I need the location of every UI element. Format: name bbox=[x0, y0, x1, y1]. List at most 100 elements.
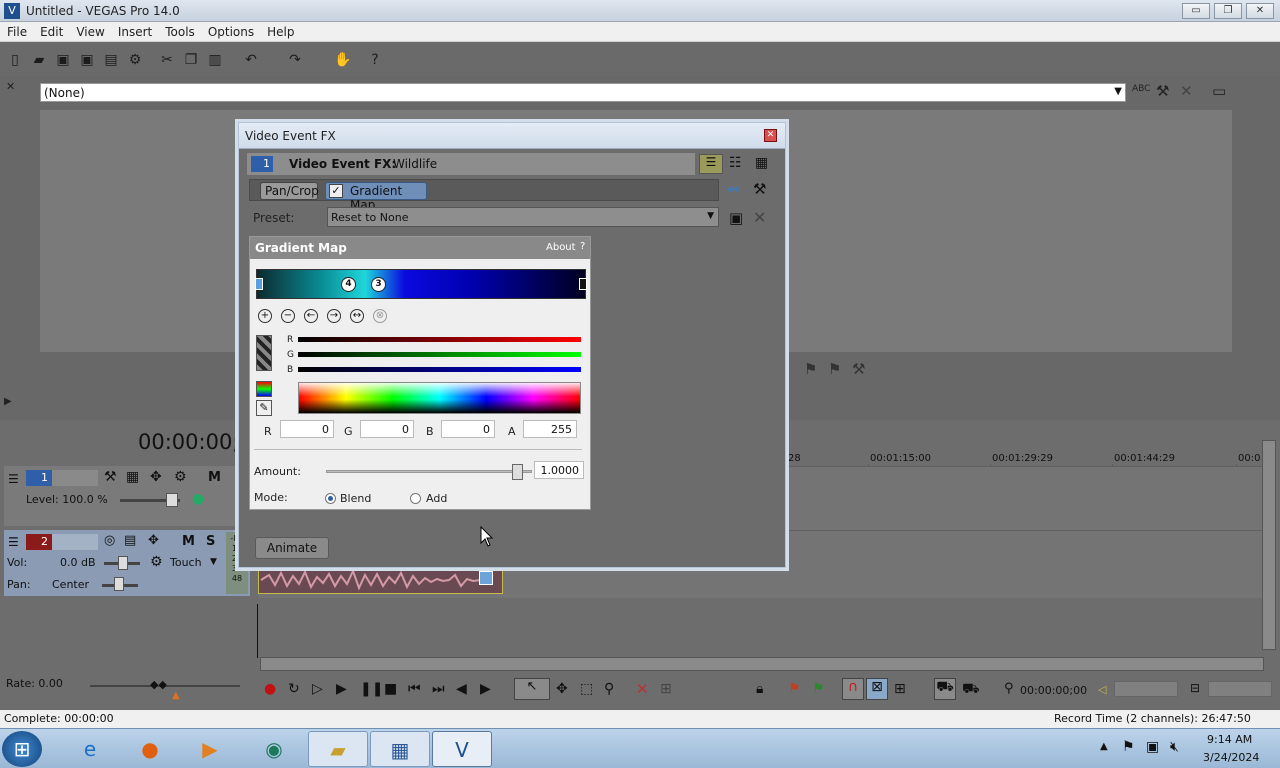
fx-plug-in-chain-icon[interactable]: ⇹ bbox=[727, 180, 740, 198]
blue-slider[interactable] bbox=[298, 367, 581, 372]
vertical-scrollbar[interactable] bbox=[1262, 440, 1276, 650]
add-stop-icon[interactable]: + bbox=[258, 309, 272, 323]
play-from-start-icon[interactable]: ▷ bbox=[312, 681, 323, 697]
lock-icon[interactable]: 🔒︎ bbox=[756, 681, 763, 697]
preview-preset-combo[interactable]: (None) ▼ bbox=[40, 83, 1126, 102]
record-icon[interactable]: ● bbox=[264, 681, 276, 697]
maximize-button[interactable]: ❐ bbox=[1214, 3, 1242, 19]
r-value-input[interactable]: 0 bbox=[280, 420, 334, 438]
track-motion-icon[interactable]: ⚒ bbox=[104, 469, 117, 485]
menu-insert[interactable]: Insert bbox=[111, 22, 158, 39]
file-explorer-icon[interactable]: ▰ bbox=[308, 731, 368, 767]
menu-options[interactable]: Options bbox=[201, 22, 260, 39]
action-center-flag-icon[interactable]: ⚑ bbox=[1122, 739, 1135, 755]
gradient-stop[interactable]: 3 bbox=[371, 277, 386, 292]
event-tool-icon[interactable]: ✋ bbox=[334, 51, 352, 69]
chain-gradient-map[interactable]: ✓ Gradient Map bbox=[325, 182, 427, 212]
ripple-edit-icon[interactable]: ⊞ bbox=[894, 681, 906, 697]
level-slider-thumb[interactable] bbox=[166, 493, 178, 507]
arm-record-icon[interactable]: ◎ bbox=[104, 533, 115, 548]
track-name-field[interactable] bbox=[52, 470, 98, 486]
media-player-icon[interactable]: ▶ bbox=[180, 731, 240, 767]
audio-track-header[interactable]: ☰ 2 ◎ ▤ ✥ M S Vol: 0.0 dB ⚙ Touch ▼ Pan:… bbox=[4, 530, 250, 596]
previous-frame-icon[interactable]: ◀ bbox=[456, 681, 467, 697]
animate-button[interactable]: Animate bbox=[255, 537, 329, 559]
preview-settings-icon[interactable]: ⚒ bbox=[852, 360, 865, 378]
delete-icon[interactable]: ✕ bbox=[636, 680, 649, 698]
red-slider[interactable] bbox=[298, 337, 581, 342]
about-link[interactable]: About bbox=[546, 242, 576, 253]
pan-slider-thumb[interactable] bbox=[114, 577, 124, 591]
menu-help[interactable]: Help bbox=[260, 22, 300, 39]
expand-arrow-icon[interactable]: ▶ bbox=[4, 396, 12, 407]
parent-motion-icon[interactable]: ✥ bbox=[150, 469, 162, 485]
undo-icon[interactable]: ↶ bbox=[242, 51, 260, 69]
dialog-close-icon[interactable]: ✕ bbox=[764, 129, 777, 142]
color-spectrum[interactable] bbox=[298, 382, 581, 414]
save-icon[interactable]: ▣ bbox=[54, 51, 72, 69]
next-frame-icon[interactable]: ▶ bbox=[480, 681, 491, 697]
track-number[interactable]: 2 bbox=[26, 534, 52, 550]
zoom-tool-icon[interactable]: ⚲ bbox=[604, 681, 614, 697]
vol-slider-thumb[interactable] bbox=[118, 556, 128, 570]
envelope-tool-icon[interactable]: ✥ bbox=[556, 681, 568, 697]
view-list-icon[interactable]: ☰ bbox=[699, 154, 723, 174]
browser-app-icon[interactable]: ◉ bbox=[244, 731, 304, 767]
event-fade-handle-icon[interactable] bbox=[479, 571, 493, 585]
mode-add-radio[interactable] bbox=[410, 493, 421, 504]
paste-icon[interactable]: ▥ bbox=[206, 51, 224, 69]
track-fx-icon[interactable]: ⚙ bbox=[174, 469, 187, 485]
chain-pan-crop[interactable]: Pan/Crop bbox=[260, 182, 319, 200]
ignore-grouping-icon[interactable]: ⛟ bbox=[962, 681, 980, 699]
track-collapse-icon[interactable]: ☰ bbox=[8, 472, 19, 486]
close-button[interactable]: ✕ bbox=[1246, 3, 1274, 19]
view-details-icon[interactable]: ☷ bbox=[729, 155, 742, 171]
mute-button[interactable]: M bbox=[182, 534, 195, 549]
timeline-timecode[interactable]: 00:00:00;0 bbox=[138, 430, 253, 454]
cursor-timecode[interactable]: 00:00:00;00 bbox=[1020, 684, 1087, 697]
cut-icon[interactable]: ✂ bbox=[158, 51, 176, 69]
save-preset-icon[interactable]: ▣ bbox=[729, 209, 743, 227]
selection-start-field[interactable] bbox=[1114, 681, 1178, 697]
open-folder-icon[interactable]: ▰ bbox=[30, 51, 48, 69]
rate-slider-thumb[interactable]: ◆◆ bbox=[150, 678, 167, 691]
split-screen-icon[interactable]: ▭ bbox=[1212, 82, 1226, 100]
automation-mode[interactable]: Touch bbox=[170, 556, 202, 569]
a-value-input[interactable]: 255 bbox=[523, 420, 577, 438]
play-icon[interactable]: ▶ bbox=[336, 681, 347, 697]
automation-icon[interactable]: ✥ bbox=[148, 533, 159, 548]
auto-crossfade-icon[interactable]: ⊠ bbox=[866, 678, 888, 700]
preset-combo[interactable]: Reset to None ▼ bbox=[327, 207, 719, 227]
gradient-stop-end[interactable] bbox=[579, 278, 587, 290]
gradient-stop-start[interactable] bbox=[255, 278, 263, 290]
start-button-icon[interactable]: ⊞ bbox=[2, 731, 42, 767]
go-to-end-icon[interactable]: ⏭ bbox=[432, 681, 445, 697]
color-swatch[interactable] bbox=[256, 335, 272, 371]
mode-blend-radio[interactable] bbox=[325, 493, 336, 504]
amount-value-input[interactable]: 1.0000 bbox=[534, 461, 584, 479]
track-name-field[interactable] bbox=[52, 534, 98, 550]
distribute-stops-icon[interactable]: ↔ bbox=[350, 309, 364, 323]
firefox-icon[interactable]: ● bbox=[120, 731, 180, 767]
lock-envelopes-icon[interactable]: ⛟ bbox=[934, 678, 956, 700]
control-panel-icon[interactable]: ▦ bbox=[370, 731, 430, 767]
chevron-down-icon[interactable]: ▼ bbox=[210, 557, 217, 567]
video-track-header[interactable]: ☰ 1 ⚒ ▦ ✥ ⚙ M S Level: 100.0 % ● bbox=[4, 466, 250, 526]
minimize-button[interactable]: ▭ bbox=[1182, 3, 1210, 19]
clock-date[interactable]: 3/24/2024 bbox=[1203, 751, 1259, 764]
marker-icon[interactable]: ⚑ bbox=[788, 681, 801, 697]
selection-tool-icon[interactable]: ⬚ bbox=[580, 681, 593, 697]
close-pane-icon[interactable]: ✕ bbox=[6, 80, 18, 93]
checkbox-checked-icon[interactable]: ✓ bbox=[329, 184, 343, 198]
horizontal-scrollbar[interactable] bbox=[260, 657, 1264, 671]
copy-snapshot-icon[interactable]: ⚑ bbox=[828, 360, 841, 378]
track-number[interactable]: 1 bbox=[26, 470, 52, 486]
amount-slider[interactable] bbox=[326, 464, 532, 480]
remove-all-fx-icon[interactable]: ⚒ bbox=[1156, 82, 1169, 100]
network-icon[interactable]: ▣ bbox=[1146, 739, 1159, 755]
region-icon[interactable]: ⚑ bbox=[812, 681, 825, 697]
move-stop-right-icon[interactable]: → bbox=[327, 309, 341, 323]
eyedropper-icon[interactable]: ✎ bbox=[256, 400, 272, 416]
gradient-stop[interactable]: 4 bbox=[341, 277, 356, 292]
menu-view[interactable]: View bbox=[69, 22, 110, 39]
